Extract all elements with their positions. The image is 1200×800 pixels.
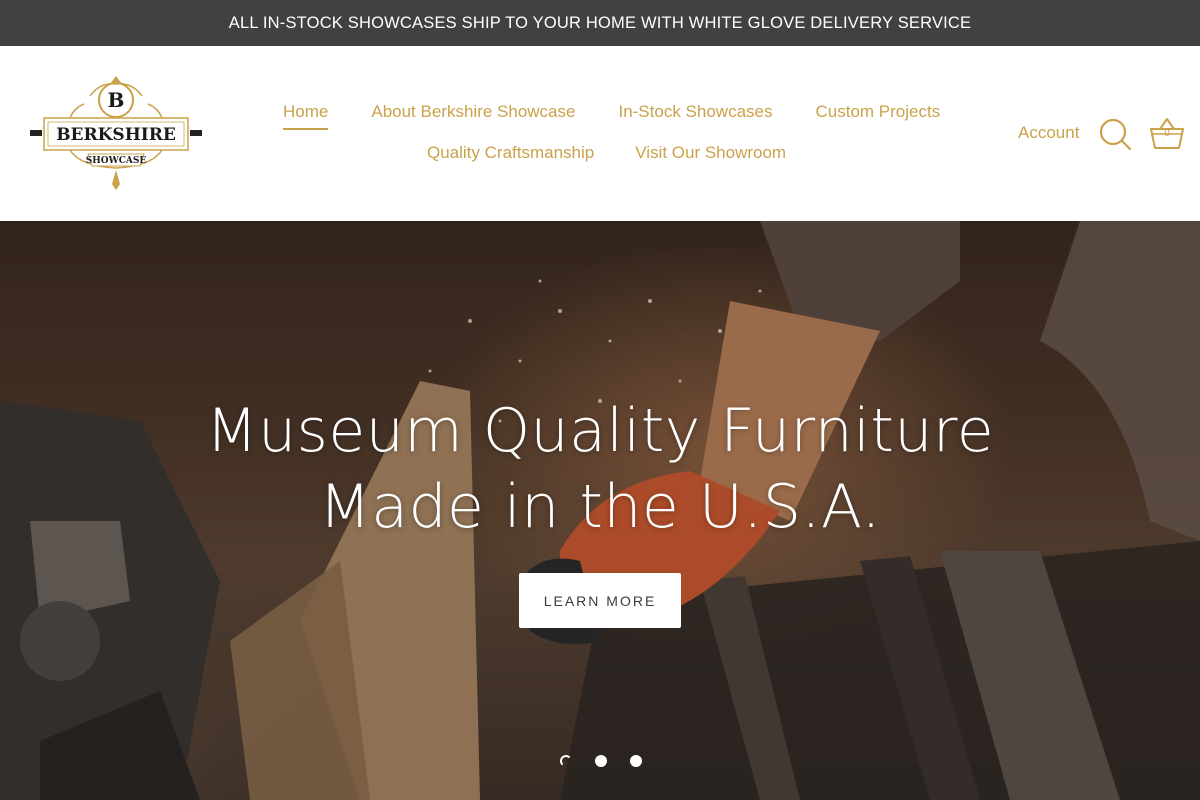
berkshire-logo-icon: B BERKSHIRE SHOWCASE	[30, 76, 202, 190]
slide-dot-2[interactable]	[595, 755, 607, 767]
hero-title-line-1: Museum Quality Furniture	[205, 396, 995, 466]
announcement-bar: ALL IN-STOCK SHOWCASES SHIP TO YOUR HOME…	[0, 0, 1200, 46]
hero-title: Museum Quality Furniture Made in the U.S…	[0, 393, 1200, 545]
slide-dot-1[interactable]	[560, 755, 572, 767]
nav-link-in-stock-showcases[interactable]: In-Stock Showcases	[618, 102, 772, 130]
logo-name: BERKSHIRE	[56, 125, 176, 145]
main-nav-row-1: Home About Berkshire Showcase In-Stock S…	[283, 102, 940, 130]
logo-tagline: SHOWCASE	[86, 156, 147, 166]
site-header: B BERKSHIRE SHOWCASE Home About Berkshir…	[0, 46, 1200, 221]
hero-title-line-2: Made in the U.S.A.	[318, 472, 882, 542]
nav-link-custom-projects[interactable]: Custom Projects	[815, 102, 940, 130]
learn-more-button[interactable]: LEARN MORE	[519, 573, 681, 628]
nav-link-quality-craftsmanship[interactable]: Quality Craftsmanship	[427, 143, 594, 171]
nav-link-visit-showroom[interactable]: Visit Our Showroom	[635, 143, 786, 171]
slideshow-pagination	[560, 755, 642, 767]
logo[interactable]: B BERKSHIRE SHOWCASE	[30, 74, 202, 192]
slide-dot-3[interactable]	[630, 755, 642, 767]
cart-count-badge: 0	[1164, 128, 1170, 139]
account-link[interactable]: Account	[1018, 123, 1079, 143]
logo-monogram: B	[108, 88, 125, 112]
nav-link-about[interactable]: About Berkshire Showcase	[371, 102, 575, 130]
main-nav-row-2: Quality Craftsmanship Visit Our Showroom	[427, 143, 786, 171]
search-icon[interactable]	[1098, 117, 1132, 151]
nav-link-home[interactable]: Home	[283, 102, 329, 130]
hero-slideshow: Museum Quality Furniture Made in the U.S…	[0, 221, 1200, 800]
announcement-text: ALL IN-STOCK SHOWCASES SHIP TO YOUR HOME…	[228, 13, 972, 32]
